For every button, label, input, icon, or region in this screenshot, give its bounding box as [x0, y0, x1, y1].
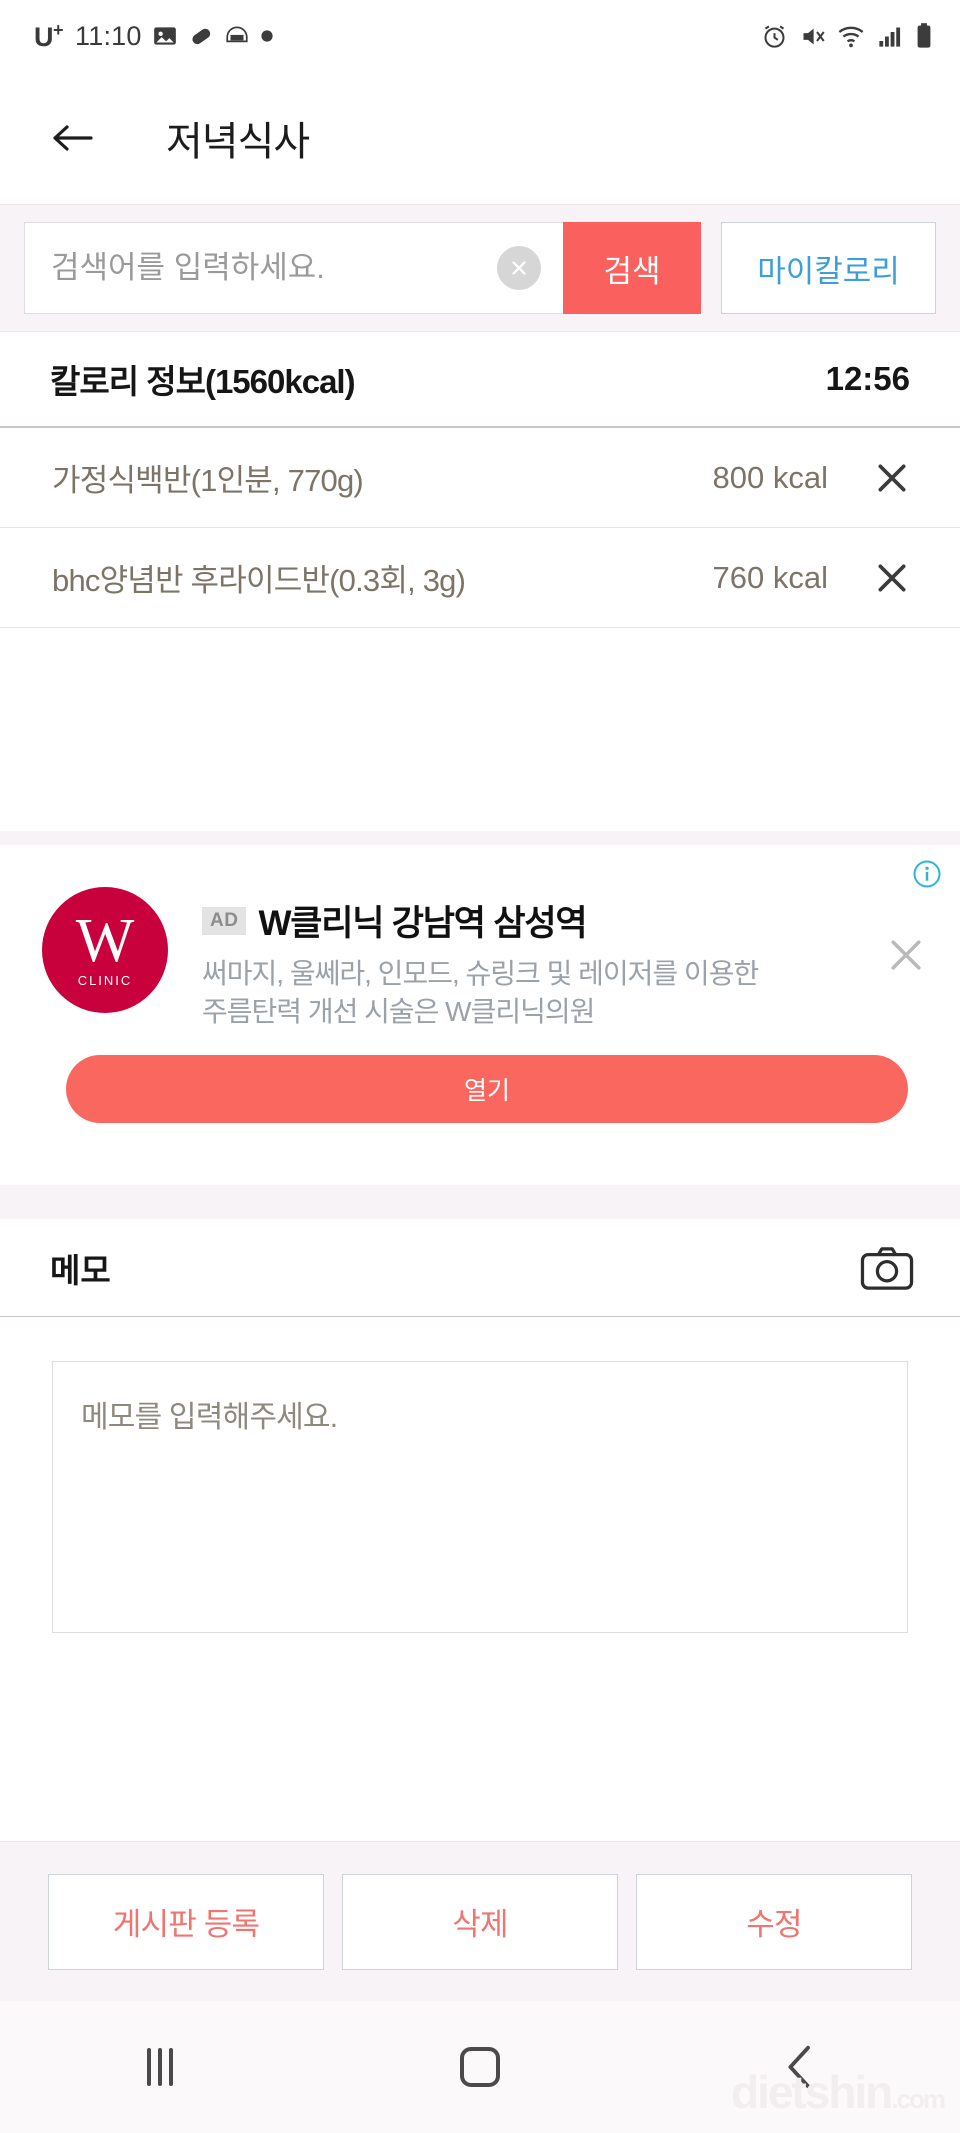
search-bar: 검색: [24, 222, 701, 314]
ad-top-divider: [0, 831, 960, 845]
system-nav-bar: dietshin.com: [0, 2001, 960, 2133]
ad-text-block: AD W클리닉 강남역 삼성역 써마지, 울쎄라, 인모드, 슈링크 및 레이저…: [168, 887, 876, 1031]
food-name: bhc양념반 후라이드반(0.3회, 3g): [52, 563, 466, 598]
clear-search-icon[interactable]: [497, 246, 541, 290]
camera-icon: [860, 1246, 914, 1290]
signal-icon: [876, 23, 903, 50]
dashin-icon: [224, 23, 250, 49]
ad-logo: W CLINIC: [42, 887, 168, 1013]
alarm-icon: [761, 23, 788, 50]
edit-button[interactable]: 수정: [636, 1873, 912, 1970]
close-icon: [891, 940, 921, 970]
search-button[interactable]: 검색: [563, 222, 701, 314]
search-input-container[interactable]: [24, 222, 563, 314]
page-title: 저녁식사: [166, 120, 310, 164]
ad-content: W CLINIC AD W클리닉 강남역 삼성역 써마지, 울쎄라, 인모드, …: [24, 845, 936, 1031]
recents-icon: [147, 2048, 173, 2086]
memo-input[interactable]: [52, 1361, 908, 1633]
app-screen: U+ 11:10 저녁식사 검색어를 입력하세요. 검색 마이칼로리 칼로리 정…: [0, 0, 960, 2133]
arrow-left-icon: [53, 125, 93, 151]
home-icon: [460, 2047, 500, 2087]
carrier-plus: +: [53, 19, 64, 40]
table-row: bhc양념반 후라이드반(0.3회, 3g) 760 kcal: [0, 528, 960, 628]
ad-logo-letter: W: [75, 907, 135, 976]
search-input[interactable]: [51, 250, 497, 286]
delete-food-button[interactable]: [870, 458, 914, 498]
memo-spacer: [0, 1638, 960, 1841]
status-bar-left: U+ 11:10: [34, 20, 274, 53]
ad-cta-button[interactable]: 열기: [66, 1054, 908, 1123]
board-register-button[interactable]: 게시판 등록: [48, 1873, 324, 1970]
memo-label: 메모: [50, 1251, 111, 1289]
calorie-timestamp: 12:56: [825, 360, 910, 397]
close-icon: [878, 564, 906, 591]
watermark-domain: .com: [891, 2084, 946, 2114]
action-bar: 게시판 등록 삭제 수정: [0, 1841, 960, 2001]
nav-home-button[interactable]: [420, 2047, 540, 2087]
carrier-name: U: [34, 21, 54, 52]
food-calories: 800 kcal: [712, 459, 828, 495]
close-ad-button[interactable]: [876, 887, 936, 977]
ad-title-row: AD W클리닉 강남역 삼성역: [202, 895, 876, 946]
image-icon: [152, 23, 178, 49]
nav-recents-button[interactable]: [100, 2048, 220, 2086]
memo-top-divider: [0, 1185, 960, 1219]
status-time: 11:10: [75, 20, 142, 51]
food-name: 가정식백반(1인분, 770g): [52, 463, 364, 498]
app-bar: 저녁식사: [0, 72, 960, 204]
memo-body: [0, 1317, 960, 1638]
calorie-header: 칼로리 정보(1560kcal) 12:56: [0, 332, 960, 428]
wifi-icon: [837, 22, 865, 50]
back-chevron-icon: [788, 2045, 810, 2089]
content-spacer: [0, 628, 960, 831]
status-bar: U+ 11:10: [0, 0, 960, 72]
info-icon[interactable]: [912, 859, 942, 889]
ad-title: W클리닉 강남역 삼성역: [258, 904, 587, 943]
carrier-label: U+: [34, 19, 64, 53]
ad-banner[interactable]: W CLINIC AD W클리닉 강남역 삼성역 써마지, 울쎄라, 인모드, …: [0, 845, 960, 1185]
status-bar-right: [761, 22, 934, 50]
calorie-info-title: 칼로리 정보(1560kcal): [50, 363, 356, 400]
dot-icon: [260, 29, 274, 43]
my-calorie-button[interactable]: 마이칼로리: [721, 222, 936, 314]
battery-icon: [914, 22, 934, 50]
table-row: 가정식백반(1인분, 770g) 800 kcal: [0, 428, 960, 528]
mute-icon: [799, 23, 826, 50]
food-calories: 760 kcal: [712, 559, 828, 595]
ad-logo-subtitle: CLINIC: [77, 972, 133, 988]
food-list: 가정식백반(1인분, 770g) 800 kcal bhc양념반 후라이드반(0…: [0, 428, 960, 628]
nav-back-button[interactable]: [740, 2043, 860, 2091]
search-section: 검색 마이칼로리: [0, 204, 960, 332]
pill-icon: [188, 23, 214, 49]
ad-description: 써마지, 울쎄라, 인모드, 슈링크 및 레이저를 이용한 주름탄력 개선 시술…: [202, 958, 759, 1027]
memo-header: 메모: [0, 1219, 960, 1317]
ad-badge: AD: [202, 906, 247, 935]
close-icon: [878, 464, 906, 491]
delete-button[interactable]: 삭제: [342, 1873, 618, 1970]
back-button[interactable]: [44, 109, 102, 167]
camera-button[interactable]: [860, 1245, 914, 1291]
delete-food-button[interactable]: [870, 558, 914, 598]
